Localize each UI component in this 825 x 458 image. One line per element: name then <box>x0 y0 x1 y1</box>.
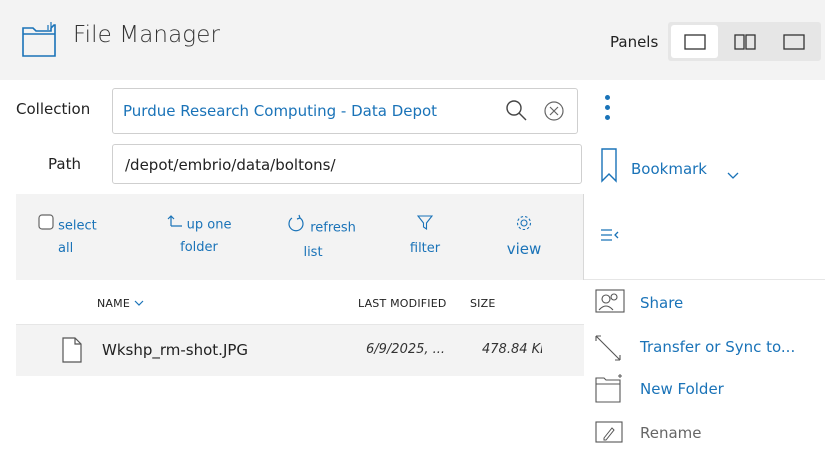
gear-icon <box>515 214 533 238</box>
more-options-icon[interactable] <box>604 95 610 123</box>
refresh-label-1: refresh <box>310 220 356 236</box>
bookmark-label: Bookmark <box>631 160 707 178</box>
up-one-folder-button[interactable]: up one folder <box>154 214 244 259</box>
search-icon[interactable] <box>504 98 528 126</box>
bookmark-icon <box>600 147 618 187</box>
page-title: File Manager <box>73 22 221 48</box>
path-label: Path <box>48 155 81 173</box>
select-all-label-1: select <box>58 218 97 234</box>
table-row[interactable]: Wkshp_rm-shot.JPG 6/9/2025, ... 478.84 K… <box>16 325 584 376</box>
share-icon <box>590 286 628 320</box>
path-field[interactable]: /depot/embrio/data/boltons/ <box>112 144 582 184</box>
path-value[interactable]: /depot/embrio/data/boltons/ <box>125 156 336 174</box>
transfer-icon <box>590 330 626 370</box>
share-label: Share <box>640 294 684 312</box>
filter-label: filter <box>409 241 441 256</box>
refresh-list-button[interactable]: refresh list <box>281 214 361 264</box>
collapse-menu-icon[interactable] <box>600 227 620 246</box>
actions-panel-header <box>584 194 825 280</box>
side-panel-button[interactable] <box>770 25 817 58</box>
rename-icon <box>590 416 626 450</box>
up-arrow-icon <box>167 214 183 236</box>
refresh-icon <box>286 214 306 242</box>
view-label: view <box>506 240 542 258</box>
size-column-header[interactable]: SIZE <box>470 297 496 310</box>
new-folder-icon <box>590 372 626 412</box>
refresh-label-2: list <box>303 245 323 260</box>
select-all-label-2: all <box>58 241 74 256</box>
file-modified: 6/9/2025, ... <box>366 342 446 357</box>
app-header: File Manager Panels <box>0 0 825 80</box>
rename-label: Rename <box>640 424 702 442</box>
name-column-header[interactable]: NAME <box>97 297 144 310</box>
single-panel-button[interactable] <box>671 25 718 58</box>
dual-panel-icon <box>733 33 756 50</box>
view-button[interactable]: view <box>499 214 549 260</box>
file-toolbar: select all up one folder refresh list fi… <box>16 194 584 280</box>
chevron-down-icon <box>727 165 739 184</box>
side-panel-icon <box>782 33 805 50</box>
up-one-label-2: folder <box>180 239 218 255</box>
dual-panel-button[interactable] <box>721 25 768 58</box>
panels-toggle-group <box>668 22 821 61</box>
column-headers: NAME LAST MODIFIED SIZE <box>16 280 584 325</box>
file-list-panel: select all up one folder refresh list fi… <box>16 194 584 458</box>
select-all-button[interactable]: select all <box>38 214 118 260</box>
folder-icon <box>21 20 57 58</box>
new-folder-label: New Folder <box>640 380 724 398</box>
name-column-label: NAME <box>97 297 130 310</box>
filter-button[interactable]: filter <box>400 214 450 260</box>
collection-value[interactable]: Purdue Research Computing - Data Depot <box>123 102 437 120</box>
checkbox-icon[interactable] <box>38 214 54 238</box>
last-modified-column-header[interactable]: LAST MODIFIED <box>358 297 447 310</box>
single-panel-icon <box>683 33 706 50</box>
panels-label: Panels <box>610 33 659 51</box>
file-name[interactable]: Wkshp_rm-shot.JPG <box>102 341 248 359</box>
sort-chevron-icon <box>134 300 144 306</box>
collection-label: Collection <box>16 100 91 118</box>
collection-search-field[interactable]: Purdue Research Computing - Data Depot <box>112 88 578 134</box>
file-size: 478.84 KB <box>482 342 542 357</box>
transfer-label: Transfer or Sync to... <box>640 338 796 356</box>
up-one-label-1: up one <box>186 217 232 233</box>
file-icon <box>61 336 83 368</box>
clear-icon[interactable] <box>543 100 565 126</box>
filter-icon <box>416 214 434 238</box>
